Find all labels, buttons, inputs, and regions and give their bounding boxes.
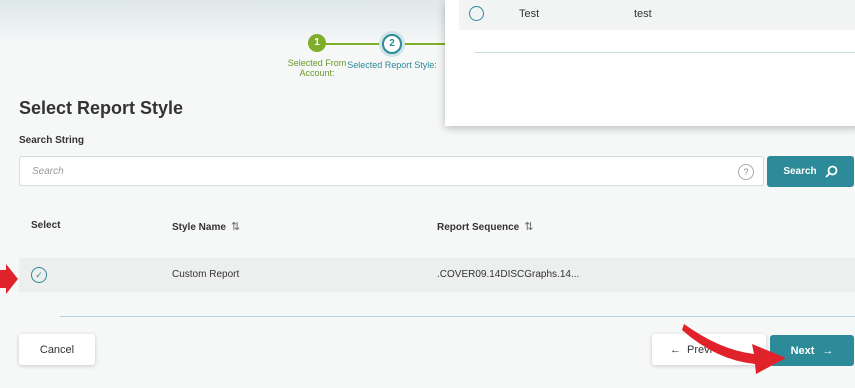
progress-stepper: 1 Selected From Account: 2 Selected Repo… bbox=[272, 34, 462, 94]
header-label: Report Sequence bbox=[437, 222, 520, 233]
column-header-report-sequence[interactable]: Report Sequence ⇅ bbox=[437, 220, 533, 233]
overlay-panel: Test test bbox=[445, 0, 855, 126]
annotation-arrow-icon bbox=[682, 324, 786, 374]
list-item[interactable]: Test test bbox=[459, 0, 855, 30]
style-name-cell: Custom Report bbox=[172, 269, 240, 280]
check-circle-icon[interactable]: ✓ bbox=[31, 267, 47, 283]
header-label: Style Name bbox=[172, 222, 226, 233]
step-2: 2 Selected Report Style: bbox=[347, 34, 437, 70]
step-number: 1 bbox=[308, 34, 326, 52]
report-sequence-cell: .COVER09.14DISCGraphs.14... bbox=[437, 269, 580, 280]
item-name: Test bbox=[519, 8, 540, 20]
annotation-arrow-icon bbox=[0, 264, 18, 294]
search-label: Search String bbox=[19, 135, 85, 146]
search-placeholder: Search bbox=[32, 166, 64, 177]
item-value: test bbox=[634, 8, 652, 20]
step-label: Selected Report Style: bbox=[347, 60, 437, 70]
search-button[interactable]: Search bbox=[767, 156, 854, 187]
table-row[interactable]: ✓ Custom Report .COVER09.14DISCGraphs.14… bbox=[19, 258, 855, 292]
search-button-label: Search bbox=[783, 166, 817, 177]
column-header-style-name[interactable]: Style Name ⇅ bbox=[172, 220, 240, 233]
search-icon bbox=[825, 165, 838, 178]
divider bbox=[475, 52, 855, 53]
column-header-select: Select bbox=[31, 220, 61, 231]
cancel-button[interactable]: Cancel bbox=[19, 334, 95, 365]
search-input[interactable]: Search ? bbox=[19, 156, 764, 186]
help-icon[interactable]: ? bbox=[738, 164, 754, 180]
radio-button[interactable] bbox=[469, 6, 484, 21]
divider bbox=[60, 316, 855, 317]
step-number: 2 bbox=[382, 34, 402, 54]
arrow-right-icon: → bbox=[822, 344, 834, 357]
sort-icon[interactable]: ⇅ bbox=[231, 221, 240, 233]
page-title: Select Report Style bbox=[19, 98, 184, 118]
next-label: Next bbox=[790, 344, 815, 357]
sort-icon[interactable]: ⇅ bbox=[524, 221, 533, 233]
